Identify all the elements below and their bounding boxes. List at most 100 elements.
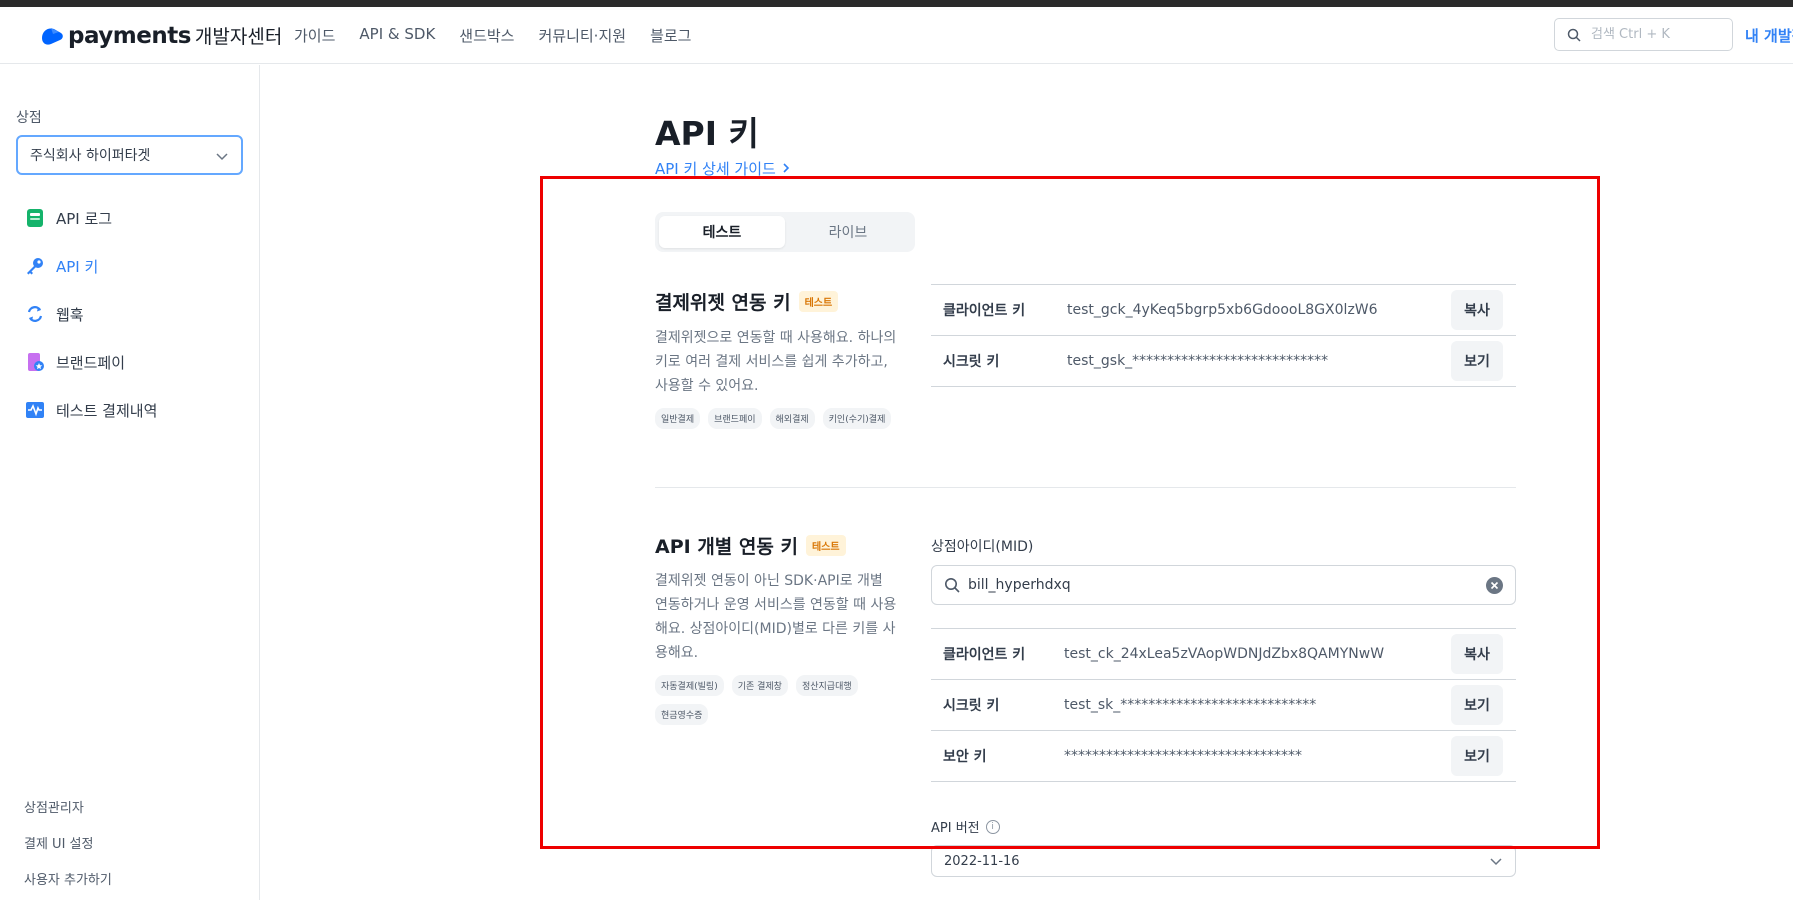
api-version-label-text: API 버전 <box>931 821 980 836</box>
key-label: 시크릿 키 <box>943 698 1000 714</box>
sidebar-item-api-log[interactable]: API 로그 <box>24 194 157 242</box>
key-label: 시크릿 키 <box>943 354 1000 370</box>
api-section-title: API 개별 연동 키 테스트 <box>655 532 846 559</box>
sidebar-item-test-payments[interactable]: 테스트 결제내역 <box>24 386 157 434</box>
key-row: 클라이언트 키 test_ck_24xLea5zVAopWDNJdZbx8QAM… <box>931 629 1516 680</box>
section-divider <box>655 487 1516 488</box>
api-tags: 자동결제(빌링) 기존 결제창 정산지급대행 현금영수증 <box>655 675 905 725</box>
tag: 현금영수증 <box>655 704 709 725</box>
tab-live[interactable]: 라이브 <box>785 216 911 248</box>
key-value: ********************************** <box>1064 748 1302 764</box>
widget-key-table: 클라이언트 키 test_gck_4yKeq5bgrp5xb6GdoooL8GX… <box>931 284 1516 387</box>
sidebar-item-webhook[interactable]: 웹훅 <box>24 290 157 338</box>
nav-sandbox[interactable]: 샌드박스 <box>459 25 514 46</box>
tag: 자동결제(빌링) <box>655 675 724 696</box>
link-add-user[interactable]: 사용자 추가하기 <box>24 869 112 900</box>
api-key-guide-link[interactable]: API 키 상세 가이드 <box>655 158 791 179</box>
sidebar-bottom-links: 상점관리자 결제 UI 설정 사용자 추가하기 <box>24 797 112 900</box>
sidebar-item-label: 웹훅 <box>56 305 84 324</box>
api-version-select[interactable]: 2022-11-16 <box>931 845 1516 877</box>
sidebar-item-api-key[interactable]: API 키 <box>24 242 157 290</box>
store-label: 상점 <box>16 110 42 126</box>
mid-label: 상점아이디(MID) <box>931 539 1034 555</box>
api-version-label: API 버전 i <box>931 817 1000 836</box>
brandpay-icon <box>24 351 46 373</box>
sidebar: 상점 주식회사 하이퍼타겟 API 로그 API 키 웹훅 브랜드페이 테스트 … <box>0 65 260 900</box>
tag: 키인(수기)결제 <box>822 408 892 429</box>
nav-guide[interactable]: 가이드 <box>294 25 335 46</box>
widget-tags: 일반결제 브랜드페이 해외결제 키인(수기)결제 <box>655 408 915 429</box>
mid-search-field[interactable] <box>931 565 1516 605</box>
key-label: 보안 키 <box>943 749 987 765</box>
key-label: 클라이언트 키 <box>943 303 1026 319</box>
test-badge: 테스트 <box>798 291 839 312</box>
guide-link-label: API 키 상세 가이드 <box>655 160 776 178</box>
env-tabs: 테스트 라이브 <box>655 212 915 252</box>
sidebar-menu: API 로그 API 키 웹훅 브랜드페이 테스트 결제내역 <box>24 194 157 434</box>
key-row: 시크릿 키 test_gsk_*************************… <box>931 336 1516 387</box>
link-store-admin[interactable]: 상점관리자 <box>24 797 112 833</box>
tag: 정산지급대행 <box>795 675 858 696</box>
page-title: API 키 <box>655 114 759 153</box>
nav-community[interactable]: 커뮤니티·지원 <box>538 25 626 46</box>
mid-input[interactable] <box>968 577 1468 593</box>
chevron-down-icon <box>216 153 228 161</box>
widget-title-text: 결제위젯 연동 키 <box>655 292 791 314</box>
key-value: test_gsk_**************************** <box>1067 353 1329 369</box>
tab-test[interactable]: 테스트 <box>659 216 785 248</box>
view-button[interactable]: 보기 <box>1451 685 1503 725</box>
test-badge: 테스트 <box>805 535 846 556</box>
clear-icon[interactable] <box>1486 577 1503 594</box>
view-button[interactable]: 보기 <box>1451 341 1503 381</box>
store-select[interactable]: 주식회사 하이퍼타겟 <box>16 135 243 175</box>
key-row: 보안 키 ********************************** … <box>931 731 1516 782</box>
tag: 일반결제 <box>655 408 701 429</box>
my-dev-info-link[interactable]: 내 개발정보 <box>1745 25 1793 46</box>
chevron-down-icon <box>1490 858 1502 866</box>
copy-button[interactable]: 복사 <box>1451 634 1503 674</box>
top-dark-bar <box>0 0 1793 7</box>
nav-api-sdk[interactable]: API & SDK <box>359 25 435 46</box>
tag: 브랜드페이 <box>708 408 762 429</box>
toss-logo-icon <box>39 24 65 48</box>
view-button[interactable]: 보기 <box>1451 736 1503 776</box>
key-row: 클라이언트 키 test_gck_4yKeq5bgrp5xb6GdoooL8GX… <box>931 285 1516 336</box>
key-value[interactable]: test_ck_24xLea5zVAopWDNJdZbx8QAMYNwW <box>1064 646 1384 662</box>
log-icon <box>24 207 46 229</box>
widget-section-title: 결제위젯 연동 키 테스트 <box>655 288 839 315</box>
search-icon <box>1567 28 1581 42</box>
link-payment-ui-settings[interactable]: 결제 UI 설정 <box>24 833 112 869</box>
search-input[interactable] <box>1591 27 1721 42</box>
header: payments 개발자센터 가이드 API & SDK 샌드박스 커뮤니티·지… <box>0 7 1793 64</box>
sidebar-item-label: 브랜드페이 <box>56 353 126 372</box>
search-icon <box>945 578 960 593</box>
widget-section-desc: 결제위젯으로 연동할 때 사용해요. 하나의 키로 여러 결제 서비스를 쉽게 … <box>655 330 897 394</box>
api-section-desc: 결제위젯 연동이 아닌 SDK·API로 개별 연동하거나 운영 서비스를 연동… <box>655 573 897 661</box>
webhook-icon <box>24 303 46 325</box>
store-select-value: 주식회사 하이퍼타겟 <box>30 148 151 164</box>
key-value[interactable]: test_gck_4yKeq5bgrp5xb6GdoooL8GX0lzW6 <box>1067 302 1378 318</box>
logo-subtitle: 개발자센터 <box>194 26 283 48</box>
key-icon <box>24 255 46 277</box>
sidebar-item-brandpay[interactable]: 브랜드페이 <box>24 338 157 386</box>
api-key-table: 클라이언트 키 test_ck_24xLea5zVAopWDNJdZbx8QAM… <box>931 628 1516 782</box>
tag: 해외결제 <box>769 408 815 429</box>
search-box[interactable] <box>1554 18 1733 51</box>
key-row: 시크릿 키 test_sk_**************************… <box>931 680 1516 731</box>
test-payment-icon <box>24 399 46 421</box>
logo-word: payments <box>68 22 191 49</box>
tag: 기존 결제창 <box>731 675 788 696</box>
nav-blog[interactable]: 블로그 <box>650 25 691 46</box>
sidebar-item-label: API 로그 <box>56 209 113 228</box>
info-icon[interactable]: i <box>985 819 1000 834</box>
chevron-right-icon <box>783 163 789 173</box>
top-nav: 가이드 API & SDK 샌드박스 커뮤니티·지원 블로그 <box>294 25 691 46</box>
api-title-text: API 개별 연동 키 <box>655 536 798 558</box>
sidebar-item-label: API 키 <box>56 257 99 276</box>
logo[interactable]: payments 개발자센터 <box>39 22 282 49</box>
key-label: 클라이언트 키 <box>943 647 1026 663</box>
sidebar-item-label: 테스트 결제내역 <box>56 401 158 420</box>
key-value: test_sk_**************************** <box>1064 697 1317 713</box>
api-version-value: 2022-11-16 <box>944 853 1020 869</box>
copy-button[interactable]: 복사 <box>1451 290 1503 330</box>
